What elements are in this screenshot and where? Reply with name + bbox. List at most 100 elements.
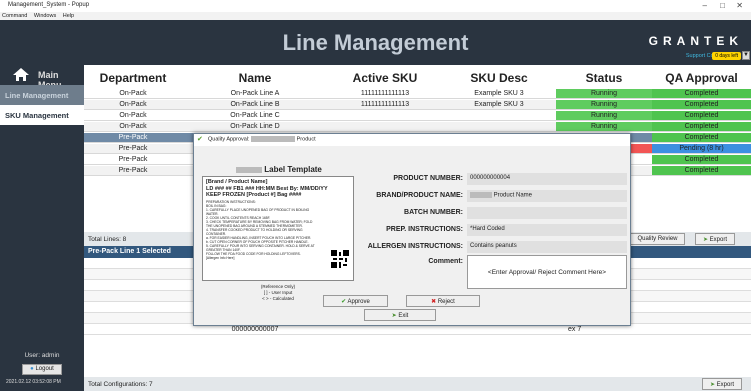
sidebar-item-sku-management[interactable]: SKU Management <box>0 105 84 125</box>
header-department[interactable]: Department <box>84 67 182 89</box>
table-cell[interactable]: Pre-Pack <box>84 144 182 154</box>
quality-approval-dialog: ✔ Quality Approval: Product Label Templa… <box>193 133 631 326</box>
table-cell[interactable]: On-Pack Line A <box>182 89 328 99</box>
table-cell[interactable]: Completed <box>652 89 751 99</box>
days-left-badge: 0 days left <box>712 52 741 60</box>
chevron-down-icon[interactable]: ▼ <box>742 51 750 60</box>
header-qa-approval[interactable]: QA Approval <box>652 67 751 89</box>
table-cell[interactable]: 11111111111113 <box>328 100 442 110</box>
header-name[interactable]: Name <box>182 67 328 89</box>
app-header: Line Management GRANTEK Support Contract… <box>0 20 751 65</box>
allergen-label: ALLERGEN INSTRUCTIONS: <box>367 243 463 250</box>
sidebar-item-line-management[interactable]: Line Management <box>0 85 84 105</box>
config-export-button[interactable]: ➤ Export <box>702 378 742 390</box>
sidebar: Main Menu Line Management SKU Management… <box>0 65 84 391</box>
table-cell[interactable]: Running <box>556 100 652 110</box>
window-title: Management_System - Popup <box>8 2 90 8</box>
table-cell[interactable]: Pre-Pack <box>84 133 182 143</box>
redacted-block <box>236 166 262 173</box>
brand-name-field: Product Name <box>467 190 627 202</box>
batch-number-label: BATCH NUMBER: <box>404 209 463 216</box>
logout-button[interactable]: ● Logout <box>22 364 62 375</box>
menu-command[interactable]: Command <box>2 13 27 19</box>
redacted-block <box>251 136 296 142</box>
table-cell[interactable] <box>442 122 556 132</box>
exit-button[interactable]: ➤ Exit <box>364 309 436 321</box>
table-cell[interactable] <box>328 122 442 132</box>
config-number[interactable]: 000000000007 <box>182 325 328 335</box>
table-cell[interactable]: Running <box>556 122 652 132</box>
label-line-3: KEEP FROZEN [Product #] Bag #### <box>206 192 302 198</box>
maximize-icon[interactable]: □ <box>720 1 725 10</box>
batch-number-field[interactable] <box>467 207 627 219</box>
reject-button[interactable]: ✖ Reject <box>406 295 480 307</box>
header-sku-desc[interactable]: SKU Desc <box>442 67 556 89</box>
export-icon: ➤ <box>709 382 715 388</box>
table-cell[interactable]: On-Pack Line D <box>182 122 328 132</box>
check-icon: ✔ <box>341 299 347 305</box>
logout-icon: ● <box>30 366 34 372</box>
config-desc[interactable]: ex 7 <box>568 325 628 335</box>
table-cell[interactable] <box>442 111 556 121</box>
table-cell[interactable]: Completed <box>652 111 751 121</box>
table-cell[interactable]: On-Pack <box>84 100 182 110</box>
quality-review-button[interactable]: Quality Review <box>630 233 685 245</box>
table-cell[interactable]: Running <box>556 111 652 121</box>
menu-help[interactable]: Help <box>63 13 74 19</box>
menu-bar: Command Windows Help <box>0 12 751 20</box>
table-cell[interactable]: Completed <box>652 122 751 132</box>
export-button[interactable]: ➤ Export <box>695 233 735 245</box>
table-cell[interactable]: 11111111111113 <box>328 89 442 99</box>
allergen-field: Contains peanuts <box>467 241 627 253</box>
qr-code-icon <box>331 250 349 268</box>
x-icon: ✖ <box>431 299 437 305</box>
footer-bar: Total Configurations: 7 ➤ Export <box>84 377 751 391</box>
header-active-sku[interactable]: Active SKU <box>328 67 442 89</box>
dialog-title-suffix: Product <box>296 136 316 143</box>
dialog-title-prefix: Quality Approval: <box>208 136 250 143</box>
header-status[interactable]: Status <box>556 67 652 89</box>
export-icon: ➤ <box>702 237 708 243</box>
total-configurations: Total Configurations: 7 <box>88 381 153 388</box>
dialog-titlebar: ✔ Quality Approval: Product <box>194 134 630 146</box>
product-number-label: PRODUCT NUMBER: <box>393 175 463 182</box>
table-cell[interactable]: Completed <box>652 100 751 110</box>
clock: 2021.02.12 03:52:08 PM <box>6 379 61 385</box>
instruction-line: 1. CAREFULLY PLACE UNOPENED BAG OF PRODU… <box>206 207 310 216</box>
menu-windows[interactable]: Windows <box>34 13 56 19</box>
brand-logo: GRANTEK <box>648 34 743 48</box>
total-lines: Total Lines: 8 <box>88 236 127 243</box>
home-icon <box>13 68 29 81</box>
table-cell[interactable]: On-Pack Line B <box>182 100 328 110</box>
approval-icon: ✔ <box>197 136 203 143</box>
exit-icon: ➤ <box>391 313 397 319</box>
table-cell[interactable]: Example SKU 3 <box>442 89 556 99</box>
table-cell[interactable]: On-Pack <box>84 122 182 132</box>
table-cell[interactable]: Pre-Pack <box>84 166 182 176</box>
label-preview: [Brand / Product Name] LD ### ## FB1 ###… <box>202 176 354 281</box>
label-template-title: Label Template <box>236 165 322 174</box>
table-cell[interactable]: Running <box>556 89 652 99</box>
approve-button[interactable]: ✔ Approve <box>323 295 388 307</box>
table-cell[interactable]: On-Pack <box>84 111 182 121</box>
prep-instructions-field: *Hard Coded <box>467 224 627 236</box>
window-titlebar: Management_System - Popup – □ ✕ <box>0 0 751 12</box>
comment-label: Comment: <box>428 258 463 265</box>
redacted-block <box>470 192 492 198</box>
table-cell[interactable]: Pre-Pack <box>84 155 182 165</box>
table-cell[interactable]: On-Pack <box>84 89 182 99</box>
table-cell[interactable] <box>328 111 442 121</box>
table-cell[interactable]: On-Pack Line C <box>182 111 328 121</box>
table-cell[interactable]: Example SKU 3 <box>442 100 556 110</box>
close-icon[interactable]: ✕ <box>736 1 743 10</box>
table-cell[interactable]: Completed <box>652 166 751 176</box>
table-cell[interactable]: Completed <box>652 155 751 165</box>
minimize-icon[interactable]: – <box>703 1 707 10</box>
brand-name-label: BRAND/PRODUCT NAME: <box>376 192 463 199</box>
table-cell[interactable]: Completed <box>652 133 751 143</box>
instruction-line: a. FOR EASIER HANDLING, INSERT POUCH INT… <box>206 235 312 240</box>
instruction-line: [Allergen Info Here] <box>206 255 235 260</box>
table-cell[interactable]: Pending (8 hr) <box>652 144 751 154</box>
comment-input[interactable]: <Enter Approval/ Reject Comment Here> <box>467 255 627 289</box>
instruction-line: b. CUT OPEN CORNER OF POUCH OPPOSITE PIT… <box>206 239 309 244</box>
